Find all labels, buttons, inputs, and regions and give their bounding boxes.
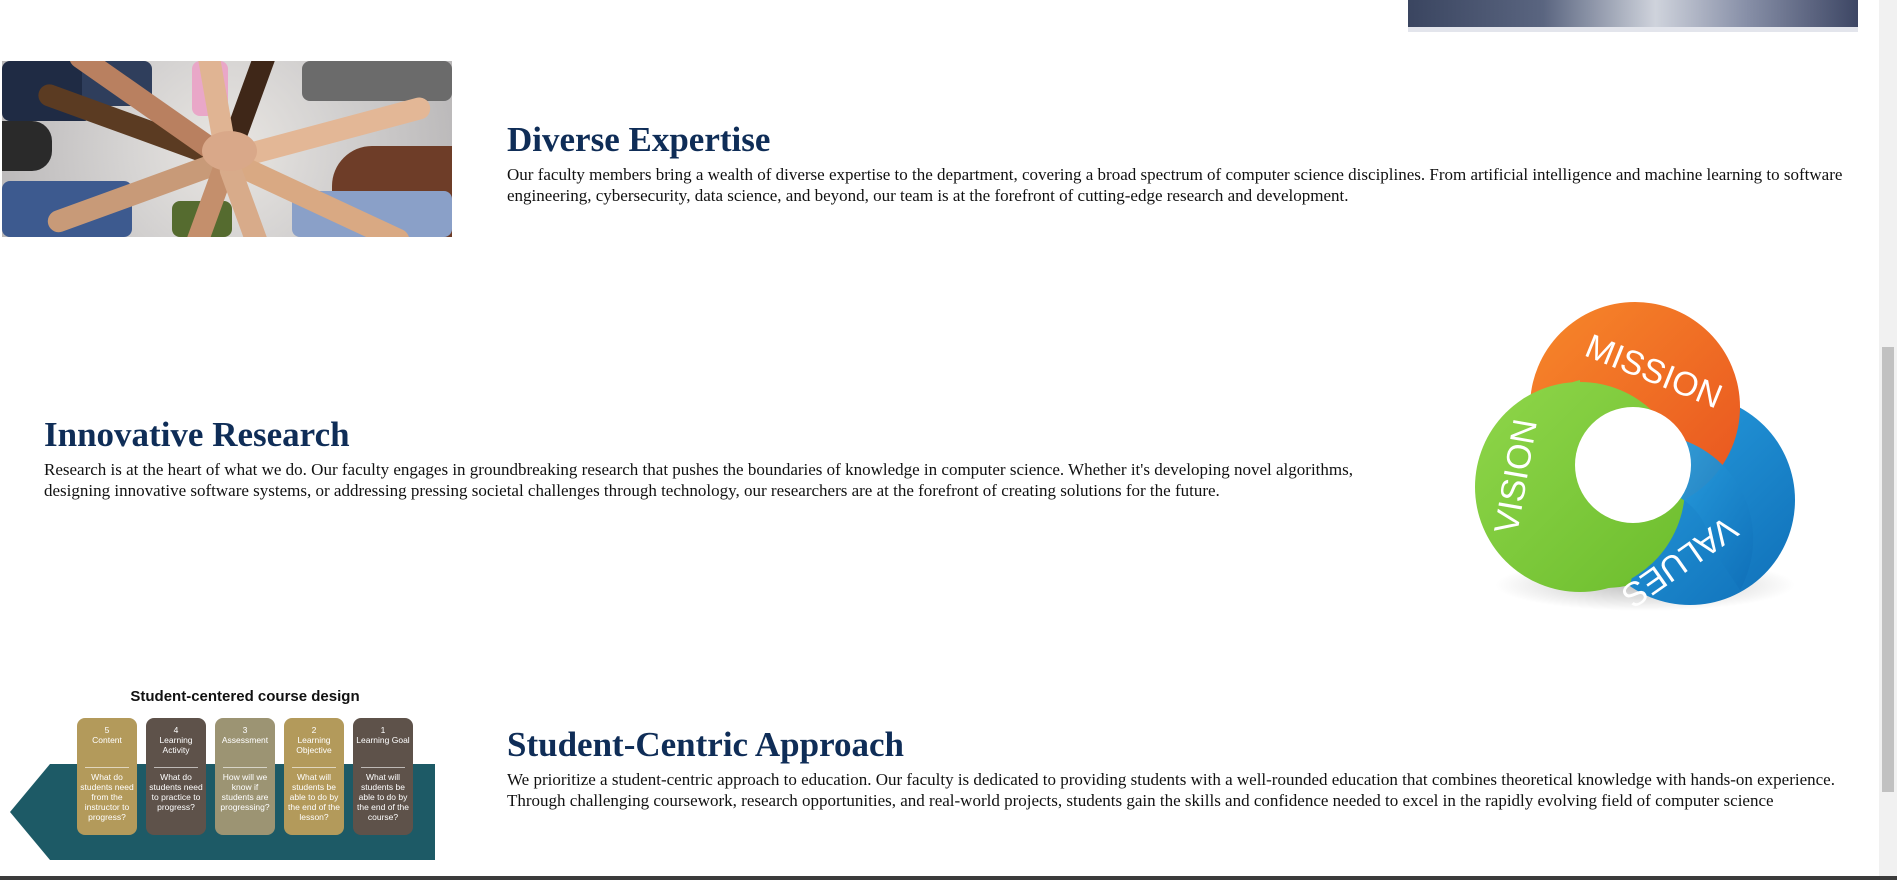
course-step-head: Learning Objective [296,735,332,755]
diverse-expertise-title: Diverse Expertise [507,120,771,159]
scrollbar[interactable] [1879,0,1897,880]
course-step-q: What do students need to practice to pro… [149,772,203,812]
lab-photo [1408,0,1858,32]
course-step-head: Content [92,735,122,745]
course-step-num: 4 [173,725,179,735]
course-step-num: 1 [380,725,386,735]
course-step-num: 5 [104,725,110,735]
course-step-num: 2 [311,725,317,735]
innovative-research-text: Research is at the heart of what we do. … [44,460,1353,500]
course-step-5: 5 Content What do students need from the i… [77,718,137,835]
innovative-research-title: Innovative Research [44,415,350,454]
diverse-expertise-text: Our faculty members bring a wealth of di… [507,165,1843,205]
course-step-head: Learning Activity [159,735,193,755]
course-design-graphic: Student-centered course design 5 Content W… [10,680,450,865]
mission-vision-values-graphic: MISSION VISION VALUES [1455,285,1810,625]
team-hands-photo [2,61,452,237]
course-step-num: 3 [242,725,248,735]
course-step-head: Learning Goal [356,735,410,745]
course-step-q: How will we know if students are progres… [220,772,270,812]
scrollbar-thumb[interactable] [1882,347,1894,792]
course-step-head: Assessment [221,735,269,745]
course-step-4: 4 Learning Activity What do students need … [146,718,206,835]
course-step-q: What do students need from the instructo… [80,772,134,822]
course-step-3: 3 Assessment How will we know if students … [215,718,275,835]
student-centric-text: We prioritize a student-centric approach… [507,770,1835,810]
course-step-q: What will students be able to do by the … [357,772,409,822]
course-step-2: 2 Learning Objective What will students be… [284,718,344,835]
course-design-title: Student-centered course design [130,688,360,705]
window-bottom-edge [0,876,1897,880]
student-centric-title: Student-Centric Approach [507,725,905,764]
course-step-1: 1 Learning Goal What will students be able… [353,718,413,835]
course-step-q: What will students be able to do by the … [288,772,340,822]
